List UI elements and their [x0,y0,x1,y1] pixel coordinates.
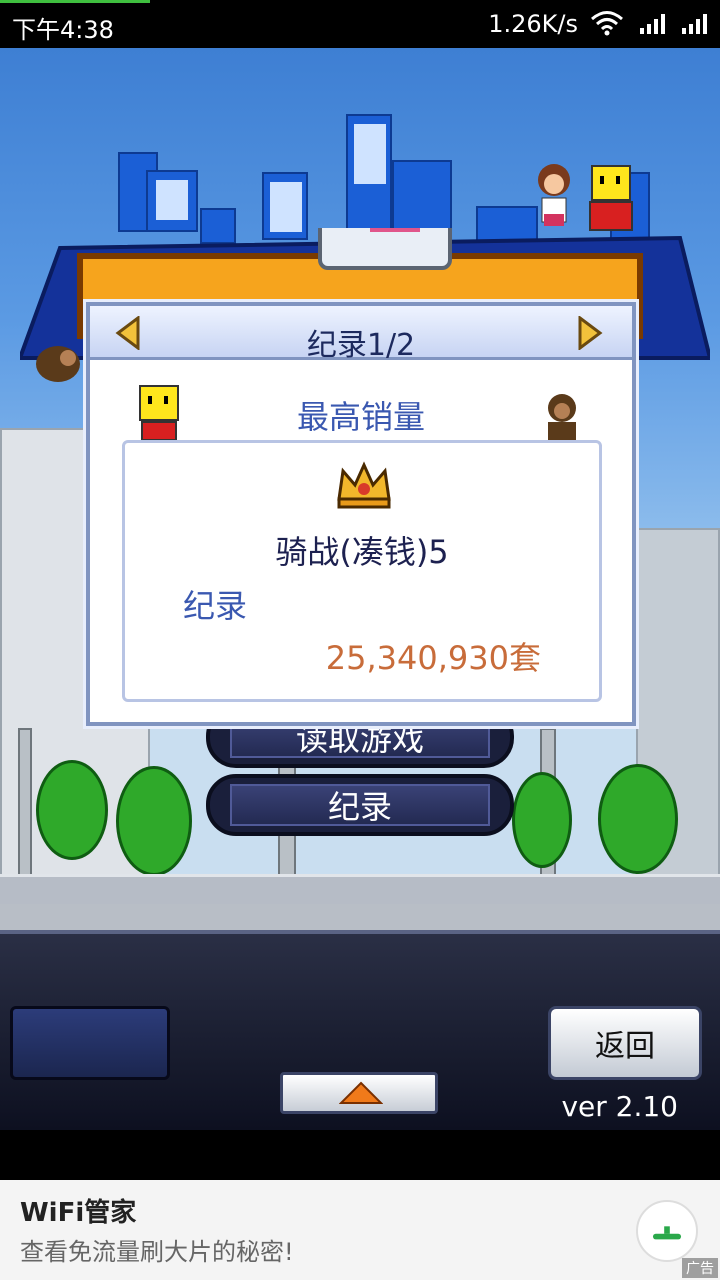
back-button-label: 返回 [595,1029,655,1064]
arrow-right-icon[interactable] [574,316,604,350]
network-speed: 1.26K/s [488,10,578,38]
dialog-header: 纪录1/2 [90,306,632,363]
background-tower [346,114,392,234]
background-tower [392,160,452,230]
signal-icon [640,14,665,34]
ad-title: WiFi管家 [20,1198,137,1228]
dialog-title: 纪录1/2 [306,328,416,363]
crown-icon [337,461,391,509]
status-time: 下午4:38 [12,16,114,44]
ad-banner[interactable]: WiFi管家 查看免流量刷大片的秘密! 广告 [0,1130,720,1280]
tree [512,772,572,868]
record-label: 纪录 [183,587,248,625]
expand-menu-button[interactable] [280,1072,438,1114]
records-dialog: 纪录1/2 最高销量 骑战(凑钱)5 纪录 25,340,930套 [83,299,639,729]
info-panel [10,1006,170,1080]
wifi-icon [591,11,623,36]
monkey-character-icon [36,346,80,382]
records-button-label: 纪录 [327,788,392,826]
wifi-manager-icon[interactable] [636,1200,698,1262]
game-name: 骑战(凑钱)5 [275,533,449,571]
status-bar: 下午4:38 1.26K/s [0,0,720,48]
triangle-up-icon [339,1081,383,1104]
ad-tag: 广告 [682,1258,718,1278]
record-card: 骑战(凑钱)5 纪录 25,340,930套 [122,440,602,702]
background-tower [146,170,198,232]
street-pole [18,728,32,888]
loading-progress-line [0,0,150,3]
tree [36,760,108,860]
signal-icon [682,14,707,34]
version-label: ver 2.10 [561,1090,678,1123]
sidewalk [0,874,720,904]
bottom-hud: 返回 ver 2.10 [0,930,720,1130]
monkey-character-icon [548,394,576,440]
ad-description: 查看免流量刷大片的秘密! [20,1238,294,1266]
girl-character-icon [538,164,570,226]
tree [116,766,192,876]
ad-bar: WiFi管家 查看免流量刷大片的秘密! 广告 [0,1180,720,1280]
tree [598,764,678,874]
yellow-robot-character-icon [589,165,633,231]
records-button[interactable]: 纪录 [206,774,514,836]
record-value: 25,340,930套 [325,639,541,677]
back-button[interactable]: 返回 [548,1006,702,1080]
